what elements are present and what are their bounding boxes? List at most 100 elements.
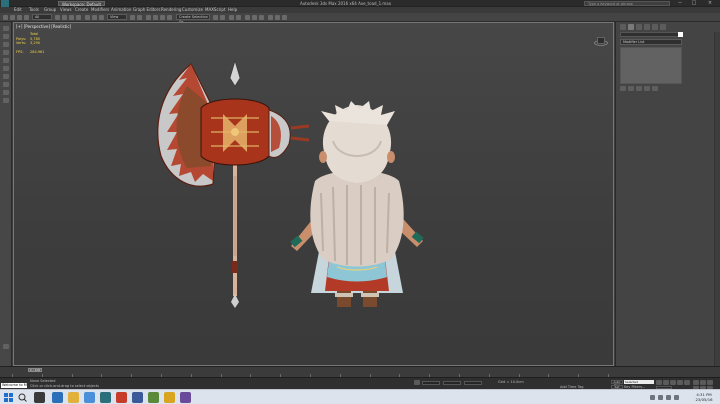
spinner-snap-icon[interactable] [167,15,172,20]
edge-browser-icon[interactable] [52,392,63,403]
store-icon[interactable] [84,392,95,403]
layer-sort-icon[interactable] [3,66,9,71]
viewport-perspective[interactable]: [+] [Perspective] [Realistic] Total Poly… [13,22,614,366]
utilities-tab-icon[interactable] [660,24,666,30]
select-by-name-icon[interactable] [62,15,67,20]
modifier-stack[interactable] [620,47,682,84]
mirror-icon[interactable] [213,15,218,20]
character-model[interactable] [277,101,437,314]
display-tab-icon[interactable] [652,24,658,30]
schematic-view-icon[interactable] [252,15,257,20]
material-editor-icon[interactable] [259,15,264,20]
play-icon[interactable] [670,380,676,385]
curve-editor-icon[interactable] [245,15,250,20]
battery-icon[interactable] [666,395,671,400]
render-production-icon[interactable] [282,15,287,20]
unlink-icon[interactable] [24,15,29,20]
manipulate-icon[interactable] [137,15,142,20]
taskbar-clock[interactable]: 4:31 PM 23/05/16 [690,392,718,402]
workspace-dropdown[interactable]: Workspace: Default [58,1,106,7]
align-icon[interactable] [220,15,225,20]
modify-tab-icon[interactable] [628,24,634,30]
volume-icon[interactable] [658,395,663,400]
link-icon[interactable] [17,15,22,20]
3ds-max-taskbar-icon[interactable] [100,392,111,403]
modifier-list-dropdown[interactable]: Modifier List [620,39,682,45]
ribbon-toggle-icon[interactable] [236,15,241,20]
file-explorer-icon[interactable] [68,392,79,403]
make-unique-icon[interactable] [636,86,642,91]
language-icon[interactable] [674,395,679,400]
time-slider[interactable]: 0 / 100 [28,368,42,372]
previous-frame-icon[interactable] [663,380,669,385]
z-coordinate-field[interactable] [464,381,482,385]
rendered-frame-window-icon[interactable] [275,15,280,20]
app-yellow-icon[interactable] [164,392,175,403]
orbit-icon[interactable] [707,380,713,385]
key-mode-dropdown[interactable]: Selected [624,380,654,384]
app-red-icon[interactable] [116,392,127,403]
command-panel-scrollbar[interactable] [714,32,720,366]
rotate-icon[interactable] [92,15,97,20]
next-frame-icon[interactable] [677,380,683,385]
render-setup-icon[interactable] [268,15,273,20]
minimize-button[interactable]: − [674,0,686,7]
show-end-result-icon[interactable] [628,86,634,91]
layer-explorer-icon[interactable] [229,15,234,20]
app-blue-icon[interactable] [132,392,143,403]
find-icon[interactable] [3,58,9,63]
named-selection-sets-dropdown[interactable]: Create Selection Se [176,14,210,24]
object-color-swatch[interactable] [678,32,683,37]
go-to-end-icon[interactable] [684,380,690,385]
viewcube-icon[interactable] [594,36,608,46]
go-to-start-icon[interactable] [656,380,662,385]
maxscript-listener-mini[interactable]: Welcome to M [1,383,27,388]
filter-icon[interactable] [3,42,9,47]
undo-icon[interactable] [3,15,8,20]
selection-filter-dropdown[interactable]: All [32,14,52,20]
selection-sort-icon[interactable] [3,82,9,87]
reference-coordinate-dropdown[interactable]: View [107,14,127,20]
motion-tab-icon[interactable] [644,24,650,30]
search-input[interactable]: Type a keyword or phrase [584,1,670,6]
windows-start-icon[interactable] [4,393,13,402]
selection-region-icon[interactable] [69,15,74,20]
configure-modifier-sets-icon[interactable] [652,86,658,91]
auto-key-button[interactable]: Auto Key [611,380,623,387]
app-purple-icon[interactable] [180,392,191,403]
snap-toggle-icon[interactable] [146,15,151,20]
pan-icon[interactable] [700,380,706,385]
remove-modifier-icon[interactable] [644,86,650,91]
display-toggle-icon[interactable] [3,34,9,39]
angle-snap-icon[interactable] [153,15,158,20]
scene-explorer-icon[interactable] [3,26,9,31]
app-logo-icon[interactable] [1,0,9,7]
object-name-field[interactable] [620,32,682,37]
scale-icon[interactable] [99,15,104,20]
hide-frozen-icon[interactable] [3,50,9,55]
create-tab-icon[interactable] [620,24,626,30]
sync-icon[interactable] [3,90,9,95]
percent-snap-icon[interactable] [160,15,165,20]
search-icon[interactable] [18,393,27,402]
window-crossing-icon[interactable] [76,15,81,20]
task-view-icon[interactable] [34,392,45,403]
y-coordinate-field[interactable] [443,381,461,385]
lock-selection-icon[interactable] [414,380,420,385]
hierarchy-tab-icon[interactable] [636,24,642,30]
scene-explorer-tab-icon[interactable] [3,344,9,349]
options-icon[interactable] [3,98,9,103]
redo-icon[interactable] [10,15,15,20]
select-object-icon[interactable] [55,15,60,20]
pivot-center-icon[interactable] [130,15,135,20]
move-icon[interactable] [85,15,90,20]
zoom-icon[interactable] [693,380,699,385]
app-green-icon[interactable] [148,392,159,403]
x-coordinate-field[interactable] [422,381,440,385]
hierarchy-sort-icon[interactable] [3,74,9,79]
pin-stack-icon[interactable] [620,86,626,91]
viewport-label[interactable]: [+] [Perspective] [Realistic] [16,24,71,29]
maximize-button[interactable]: □ [688,0,700,7]
close-button[interactable]: × [704,0,716,7]
network-icon[interactable] [650,395,655,400]
